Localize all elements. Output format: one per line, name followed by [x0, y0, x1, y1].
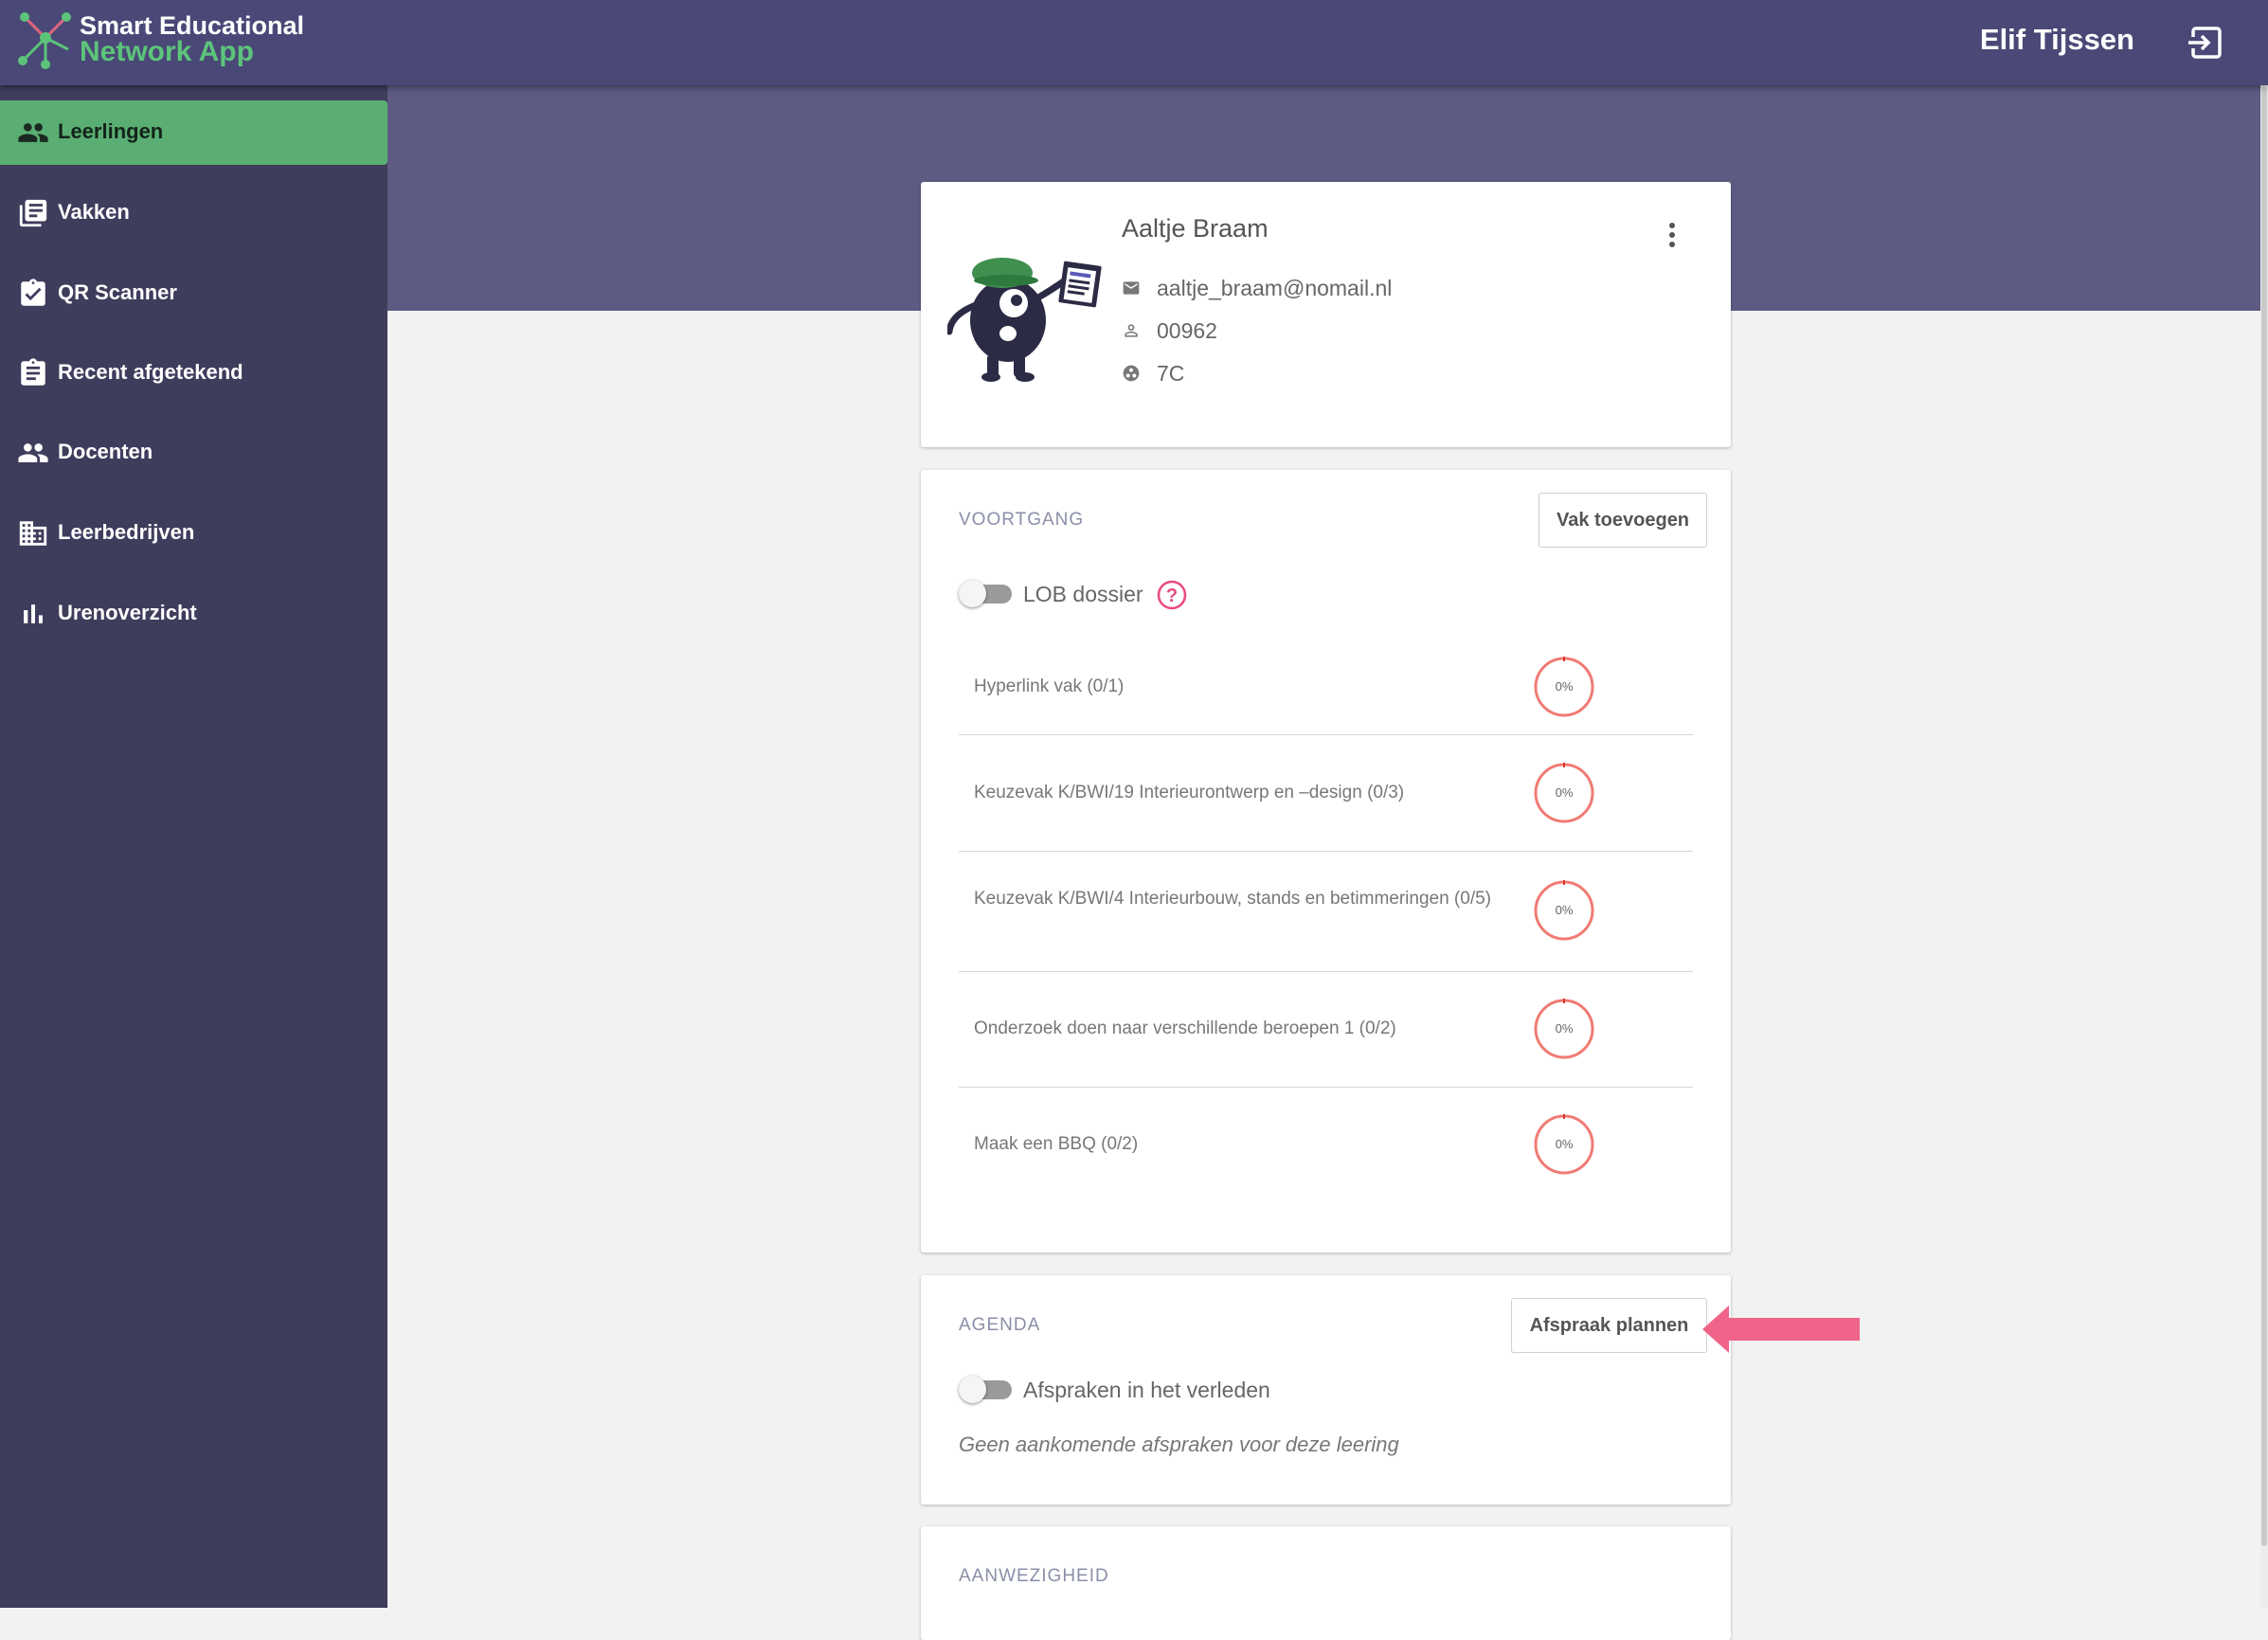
progress-percent: 0% — [1555, 1021, 1574, 1036]
progress-percent: 0% — [1555, 785, 1574, 800]
sidebar-item-leerlingen[interactable]: Leerlingen — [0, 100, 387, 165]
progress-percent: 0% — [1555, 1137, 1574, 1151]
network-logo-icon — [18, 12, 71, 69]
agenda-card: AGENDA Afspraak plannen Afspraken in het… — [921, 1275, 1731, 1505]
current-user-name: Elif Tijssen — [1979, 23, 2134, 56]
app-name-line2: Network App — [80, 36, 254, 67]
voortgang-title: VOORTGANG — [959, 510, 1085, 530]
past-appointments-label: Afspraken in het verleden — [1023, 1378, 1270, 1402]
progress-ring: 0% — [1533, 762, 1595, 824]
group-work-icon — [1123, 365, 1140, 382]
voortgang-card: VOORTGANG Vak toevoegen LOB dossier ? Hy… — [921, 470, 1731, 1253]
progress-ring: 0% — [1533, 998, 1595, 1060]
building-icon — [19, 521, 47, 546]
sidebar-item-label: Docenten — [58, 440, 153, 463]
progress-item-label: Maak een BBQ (0/2) — [974, 1134, 1139, 1154]
sidebar-item-docenten[interactable]: Docenten — [0, 421, 387, 485]
sidebar-item-label: Recent afgetekend — [58, 360, 243, 384]
more-vert-icon[interactable] — [1665, 220, 1680, 250]
person-outline-icon — [1125, 324, 1138, 337]
progress-ring: 0% — [1533, 1113, 1595, 1176]
progress-item-label: Keuzevak K/BWI/19 Interieurontwerp en –d… — [974, 783, 1405, 802]
bar-chart-icon — [24, 604, 43, 623]
no-appointments-message: Geen aankomende afspraken voor deze leer… — [959, 1433, 1399, 1456]
clipboard-list-icon — [21, 358, 45, 386]
sidebar-item-label: QR Scanner — [58, 280, 177, 304]
top-app-bar: Smart Educational Network App Elif Tijss… — [0, 0, 2268, 85]
lob-dossier-toggle[interactable] — [959, 579, 1014, 607]
pointer-arrow-icon — [1702, 1306, 1860, 1353]
clipboard-check-icon — [21, 279, 45, 306]
sidebar-item-label: Leerlingen — [58, 119, 164, 143]
people-icon — [18, 443, 48, 462]
sidebar-nav: Leerlingen Vakken QR Scanner Recent afge… — [0, 85, 387, 1608]
aanwezigheid-title: AANWEZIGHEID — [959, 1566, 1109, 1586]
toggle-knob — [959, 580, 986, 607]
progress-percent: 0% — [1555, 679, 1574, 694]
past-appointments-toggle[interactable] — [959, 1375, 1014, 1403]
svg-text:?: ? — [1166, 586, 1178, 606]
plan-appointment-button[interactable]: Afspraak plannen — [1511, 1298, 1707, 1353]
aanwezigheid-card: AANWEZIGHEID — [921, 1526, 1731, 1640]
sidebar-item-urenoverzicht[interactable]: Urenoverzicht — [0, 582, 387, 646]
progress-item[interactable]: Keuzevak K/BWI/19 Interieurontwerp en –d… — [959, 735, 1693, 852]
people-icon — [18, 123, 48, 142]
sidebar-item-vakken[interactable]: Vakken — [0, 181, 387, 245]
student-name: Aaltje Braam — [1122, 214, 1269, 243]
email-icon — [1123, 281, 1140, 295]
library-books-icon — [19, 199, 47, 227]
student-profile-card: Aaltje Braam aaltje_braam@nomail.nl 0096… — [921, 182, 1731, 447]
sidebar-item-leerbedrijven[interactable]: Leerbedrijven — [0, 501, 387, 566]
progress-item-label: Onderzoek doen naar verschillende beroep… — [974, 1018, 1396, 1038]
progress-item-label: Hyperlink vak (0/1) — [974, 676, 1125, 696]
student-number: 00962 — [1157, 318, 1217, 343]
sidebar-item-qr-scanner[interactable]: QR Scanner — [0, 261, 387, 326]
sidebar-item-label: Urenoverzicht — [58, 601, 197, 624]
sidebar-item-label: Leerbedrijven — [58, 520, 195, 544]
progress-ring: 0% — [1533, 879, 1595, 942]
student-class: 7C — [1157, 361, 1185, 386]
progress-item[interactable]: Keuzevak K/BWI/4 Interieurbouw, stands e… — [959, 852, 1693, 972]
progress-ring: 0% — [1533, 656, 1595, 718]
progress-item-label: Keuzevak K/BWI/4 Interieurbouw, stands e… — [974, 889, 1491, 909]
toggle-knob — [959, 1376, 986, 1403]
progress-percent: 0% — [1555, 903, 1574, 917]
student-email: aaltje_braam@nomail.nl — [1157, 276, 1393, 300]
progress-item[interactable]: Maak een BBQ (0/2) 0% — [959, 1088, 1693, 1203]
progress-item[interactable]: Onderzoek doen naar verschillende beroep… — [959, 972, 1693, 1088]
sidebar-item-label: Vakken — [58, 200, 130, 224]
lob-dossier-label: LOB dossier — [1023, 582, 1143, 606]
sidebar-item-recent-afgetekend[interactable]: Recent afgetekend — [0, 341, 387, 405]
progress-item[interactable]: Hyperlink vak (0/1) 0% — [959, 639, 1693, 735]
student-avatar — [947, 258, 1102, 382]
logout-icon[interactable] — [2187, 24, 2224, 62]
help-circle-icon[interactable]: ? — [1157, 580, 1187, 610]
add-subject-button[interactable]: Vak toevoegen — [1539, 493, 1707, 548]
scrollbar-thumb[interactable] — [2261, 87, 2267, 1546]
agenda-title: AGENDA — [959, 1315, 1041, 1335]
